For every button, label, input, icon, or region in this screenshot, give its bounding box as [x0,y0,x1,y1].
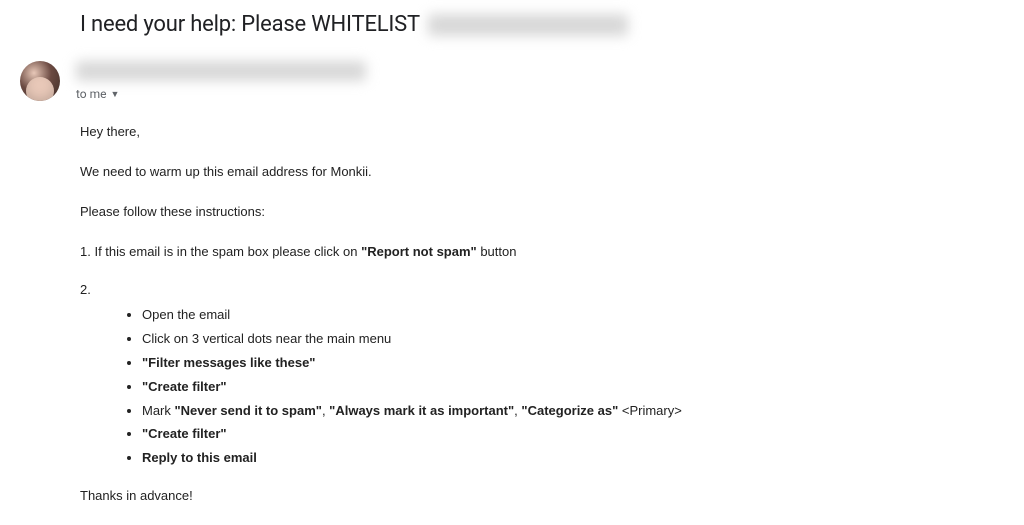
step-1-text: 1. If this email is in the spam box plea… [80,244,361,259]
step-1-bold: "Report not spam" [361,244,477,259]
step-2-num: 2. [80,282,91,297]
bullet-mark-b: "Always mark it as important" [329,403,514,418]
subject-redacted [428,14,628,36]
email-subject: I need your help: Please WHITELIST [80,12,1024,37]
bullet-mark-suffix: <Primary> [618,403,682,418]
step-2-bullets: Open the email Click on 3 vertical dots … [80,305,1024,469]
email-view: I need your help: Please WHITELIST to me… [0,0,1024,507]
recipient-to: to me [76,87,107,101]
steps-list: 1. If this email is in the spam box plea… [80,241,1024,469]
chevron-down-icon[interactable]: ▼ [111,89,120,100]
bullet-filter-like-these: "Filter messages like these" [142,353,1024,374]
recipient-line[interactable]: to me ▼ [76,87,1024,101]
step-1-suffix: button [477,244,517,259]
bullet-mark-a: "Never send it to spam" [175,403,322,418]
step-2: 2. Open the email Click on 3 vertical do… [80,279,1024,469]
bullet-mark-prefix: Mark [142,403,175,418]
bullet-mark: Mark "Never send it to spam", "Always ma… [142,401,1024,422]
bullet-three-dots: Click on 3 vertical dots near the main m… [142,329,1024,350]
sender-row: to me ▼ [20,61,1024,101]
instructions-lead: Please follow these instructions: [80,201,1024,223]
step-1: 1. If this email is in the spam box plea… [80,241,1024,263]
thanks: Thanks in advance! [80,485,1024,507]
intro: We need to warm up this email address fo… [80,161,1024,183]
sender-name-redacted [76,61,366,81]
bullet-mark-c: "Categorize as" [521,403,618,418]
sender-info: to me ▼ [76,61,1024,101]
greeting: Hey there, [80,121,1024,143]
bullet-create-filter-1: "Create filter" [142,377,1024,398]
subject-text: I need your help: Please WHITELIST [80,12,420,37]
bullet-reply: Reply to this email [142,448,1024,469]
avatar[interactable] [20,61,60,101]
email-body: Hey there, We need to warm up this email… [80,121,1024,507]
bullet-create-filter-2: "Create filter" [142,424,1024,445]
bullet-open-email: Open the email [142,305,1024,326]
